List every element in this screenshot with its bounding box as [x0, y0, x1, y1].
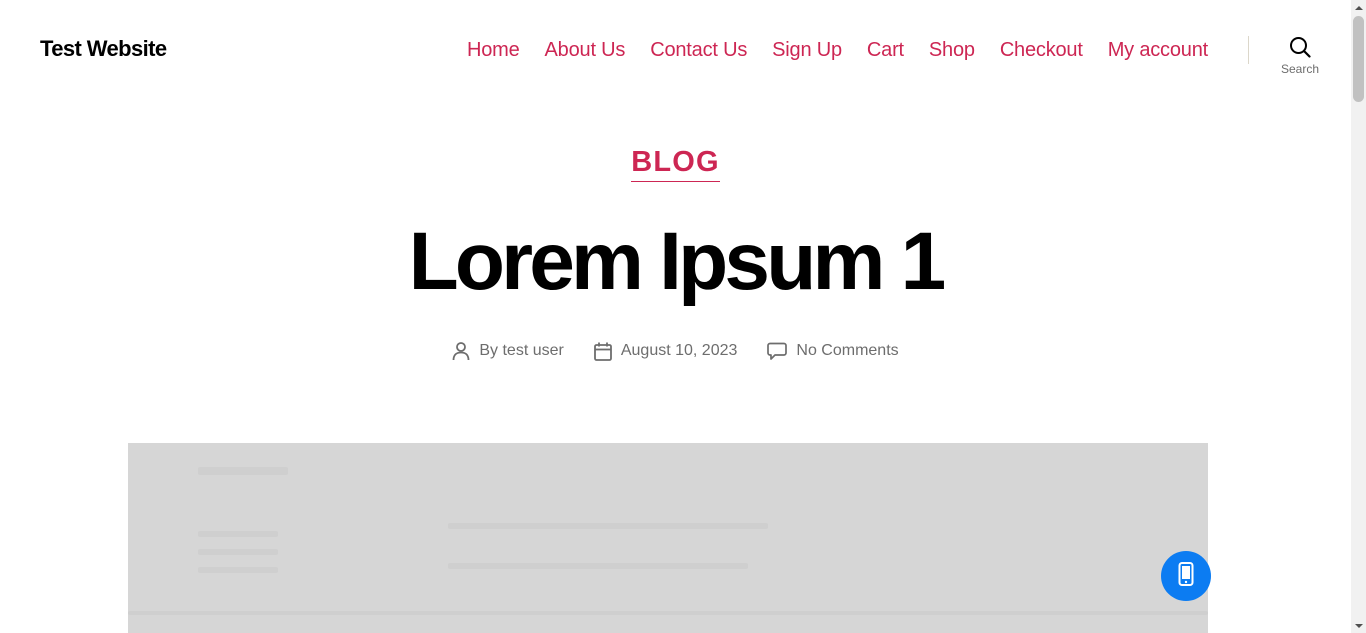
scroll-up-arrow-icon[interactable] [1351, 0, 1366, 15]
image-detail [448, 563, 748, 569]
nav-about-us[interactable]: About Us [545, 36, 626, 64]
user-icon [452, 341, 470, 361]
page-content: Test Website Home About Us Contact Us Si… [0, 0, 1351, 633]
mobile-phone-icon [1178, 561, 1194, 591]
post-meta: By test user August 10, 2023 No Comments [0, 340, 1351, 362]
site-title[interactable]: Test Website [40, 34, 167, 64]
nav-contact-us[interactable]: Contact Us [650, 36, 747, 64]
nav-sign-up[interactable]: Sign Up [772, 36, 842, 64]
featured-image [128, 443, 1208, 633]
image-detail [198, 549, 278, 555]
comments-link[interactable]: No Comments [796, 340, 898, 362]
primary-nav: Home About Us Contact Us Sign Up Cart Sh… [467, 36, 1208, 64]
post-comments: No Comments [767, 340, 899, 362]
search-label: Search [1280, 62, 1320, 76]
nav-my-account[interactable]: My account [1108, 36, 1208, 64]
category-link-blog[interactable]: BLOG [631, 144, 720, 182]
nav-home[interactable]: Home [467, 36, 520, 64]
post-date: August 10, 2023 [593, 340, 738, 362]
scroll-down-arrow-icon[interactable] [1351, 618, 1366, 633]
nav-checkout[interactable]: Checkout [1000, 36, 1083, 64]
date-link[interactable]: August 10, 2023 [621, 340, 738, 362]
image-detail [198, 567, 278, 573]
header-divider [1248, 36, 1249, 64]
calendar-icon [593, 342, 612, 361]
post-title: Lorem Ipsum 1 [408, 216, 947, 307]
comment-icon [767, 342, 788, 361]
page: Test Website Home About Us Contact Us Si… [0, 0, 1366, 633]
image-detail [198, 467, 288, 475]
image-detail [128, 611, 1208, 615]
post-category: BLOG [0, 144, 1351, 182]
nav-shop[interactable]: Shop [929, 36, 975, 64]
image-detail [448, 523, 768, 529]
author-link[interactable]: By test user [479, 340, 563, 362]
scrollbar-thumb[interactable] [1353, 16, 1364, 102]
mobile-contact-button[interactable] [1161, 551, 1211, 601]
image-detail [198, 531, 278, 537]
search-icon [1289, 36, 1311, 58]
nav-cart[interactable]: Cart [867, 36, 904, 64]
search-toggle-button[interactable]: Search [1272, 36, 1328, 80]
post-author: By test user [452, 340, 564, 362]
vertical-scrollbar[interactable] [1351, 0, 1366, 633]
